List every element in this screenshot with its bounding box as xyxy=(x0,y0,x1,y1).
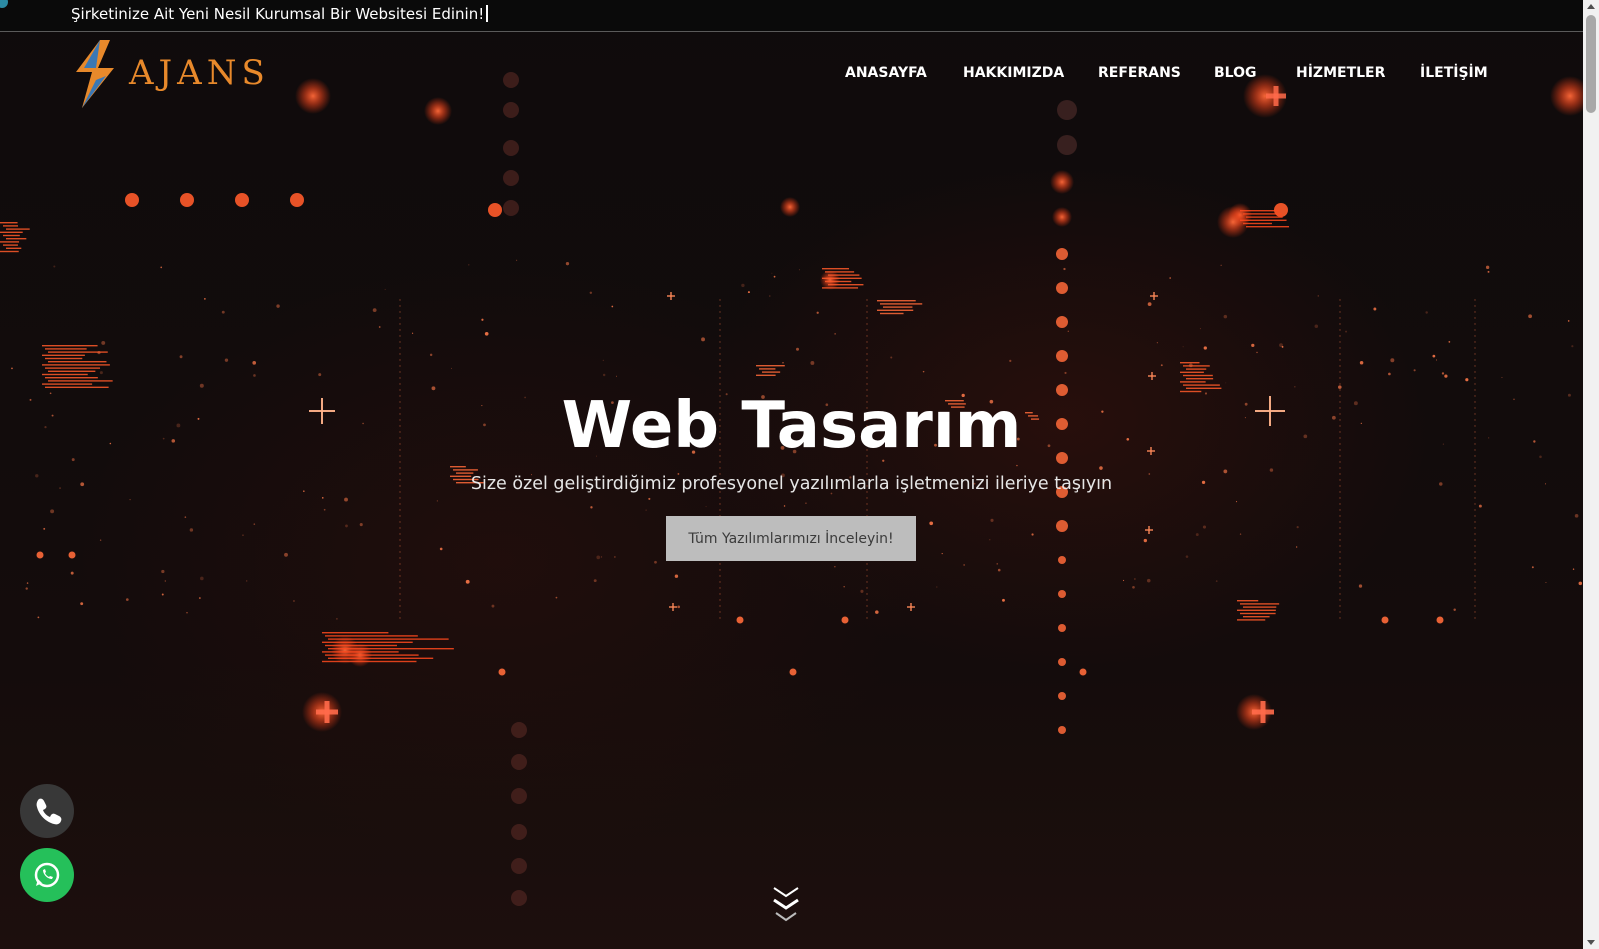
hero-subtitle: Size özel geliştirdiğimiz profesyonel ya… xyxy=(0,474,1583,494)
scroll-down-arrow-icon[interactable] xyxy=(1587,940,1595,945)
nav-item-blog[interactable]: BLOG xyxy=(1214,65,1257,81)
nav-item-hizmetler[interactable]: HİZMETLER xyxy=(1296,65,1385,81)
phone-call-button[interactable] xyxy=(20,784,74,838)
chevrons-down-icon[interactable] xyxy=(771,884,801,926)
nav-item-referans[interactable]: REFERANS xyxy=(1098,65,1181,81)
phone-icon xyxy=(20,784,74,838)
view-all-software-button[interactable]: Tüm Yazılımlarımızı İnceleyin! xyxy=(666,516,916,561)
nav-item-hakkimizda[interactable]: HAKKIMIZDA xyxy=(963,65,1064,81)
typing-caret xyxy=(486,5,488,22)
announcement-bar: Şirketinize Ait Yeni Nesil Kurumsal Bir … xyxy=(0,0,1583,32)
whatsapp-button[interactable] xyxy=(20,848,74,902)
scroll-up-arrow-icon[interactable] xyxy=(1587,4,1595,9)
whatsapp-icon xyxy=(20,848,74,902)
hero-title: Web Tasarım xyxy=(0,390,1583,462)
announcement-text: Şirketinize Ait Yeni Nesil Kurumsal Bir … xyxy=(71,5,488,23)
page-scrollbar[interactable] xyxy=(1583,0,1599,949)
nav-item-anasayfa[interactable]: ANASAYFA xyxy=(845,65,927,81)
nav-item-iletisim[interactable]: İLETİŞİM xyxy=(1420,65,1488,81)
page: Şirketinize Ait Yeni Nesil Kurumsal Bir … xyxy=(0,0,1583,949)
scrollbar-thumb[interactable] xyxy=(1586,15,1596,113)
main-nav: ANASAYFA HAKKIMIZDA REFERANS BLOG HİZMET… xyxy=(0,65,1583,89)
